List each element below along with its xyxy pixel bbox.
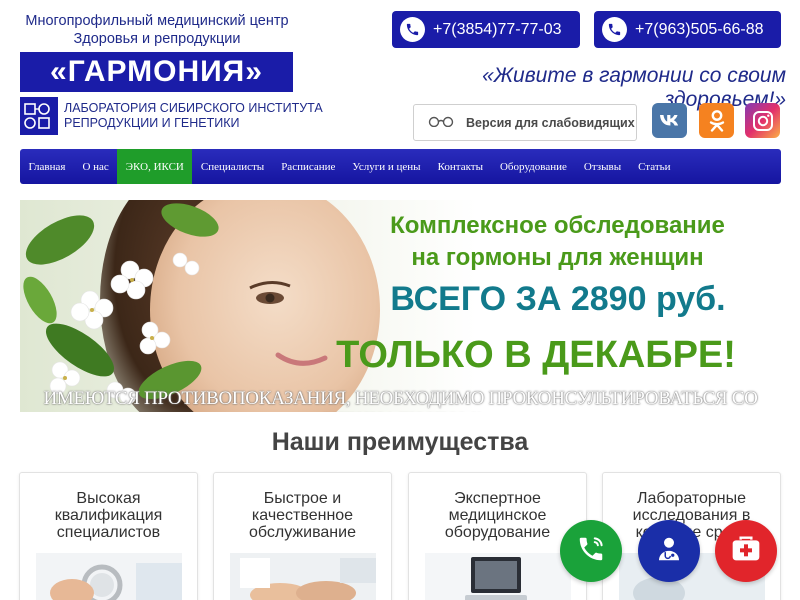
nav-item-schedule[interactable]: Расписание [273,149,344,184]
call-button[interactable] [560,520,622,582]
odnoklassniki-icon[interactable] [699,103,734,138]
phone-number-2: +7(963)505-66-88 [635,20,764,38]
handshake-image [230,553,376,600]
advantages-title: Наши преимущества [271,428,529,456]
phone-number-1: +7(3854)77-77-03 [433,20,562,38]
banner-disclaimer: ИМЕЮТСЯ ПРОТИВОПОКАЗАНИЯ, НЕОБХОДИМО ПРО… [43,388,758,412]
lab-line-1: ЛАБОРАТОРИЯ СИБИРСКОГО ИНСТИТУТА [64,101,323,115]
first-aid-icon [730,534,762,569]
nav-item-articles[interactable]: Статьи [630,149,679,184]
instagram-icon[interactable] [745,103,780,138]
doctor-stethoscope-image [36,553,182,600]
brand-line-1: Многопрофильный медицинский центр [25,13,289,29]
nav-item-specialists[interactable]: Специалисты [192,149,272,184]
nav-item-home[interactable]: Главная [20,149,74,184]
advantage-card-title: Экспертное медицинское оборудование [444,490,551,541]
low-vision-button[interactable]: Версия для слабовидящих [413,104,637,141]
nav-item-eco-icsi[interactable]: ЭКО, ИКСИ [117,149,193,184]
advantage-card-title: Высокая квалификация специалистов [54,490,163,541]
phone-icon [602,17,627,42]
lab-line-2: РЕПРОДУКЦИИ И ГЕНЕТИКИ [64,116,240,130]
low-vision-label: Версия для слабовидящих [466,115,635,130]
lab-logo-icon [20,97,58,135]
promo-banner[interactable]: Комплексное обследование на гормоны для … [20,200,781,412]
advantage-card-equipment[interactable]: Экспертное медицинское оборудование [408,472,587,600]
nav-item-services-prices[interactable]: Услуги и цены [344,149,429,184]
nav-item-contacts[interactable]: Контакты [429,149,491,184]
brand-line-2: Здоровья и репродукции [73,31,241,47]
banner-line-1a: Комплексное обследование [390,212,725,239]
banner-price: ВСЕГО ЗА 2890 руб. [390,280,726,318]
first-aid-button[interactable] [715,520,777,582]
nav-item-reviews[interactable]: Отзывы [575,149,629,184]
doctor-appointment-button[interactable] [638,520,700,582]
banner-line-1b: на гормоны для женщин [411,244,704,271]
ultrasound-machine-image [425,553,571,600]
phone-icon [576,534,606,569]
vk-icon[interactable] [652,103,687,138]
advantage-card-qualification[interactable]: Высокая квалификация специалистов [19,472,198,600]
banner-headline: Комплексное обследование на гормоны для … [380,210,735,274]
phone-icon [400,17,425,42]
advantage-card-title: Быстрое и качественное обслуживание [249,490,356,541]
brand-tagline: Многопрофильный медицинский центр Здоров… [20,12,294,48]
advantage-card-service[interactable]: Быстрое и качественное обслуживание [213,472,392,600]
nav-item-about[interactable]: О нас [74,149,117,184]
lab-title: ЛАБОРАТОРИЯ СИБИРСКОГО ИНСТИТУТА РЕПРОДУ… [64,101,323,131]
glasses-icon [428,115,454,130]
cherry-blossom-image [23,203,219,405]
brand-logo[interactable]: «ГАРМОНИЯ» [20,52,293,92]
phone-button-1[interactable]: +7(3854)77-77-03 [392,11,580,48]
phone-button-2[interactable]: +7(963)505-66-88 [594,11,781,48]
main-nav: Главная О нас ЭКО, ИКСИ Специалисты Расп… [20,149,781,184]
banner-deadline: ТОЛЬКО В ДЕКАБРЕ! [336,334,736,376]
nav-item-equipment[interactable]: Оборудование [491,149,575,184]
doctor-icon [654,534,684,569]
